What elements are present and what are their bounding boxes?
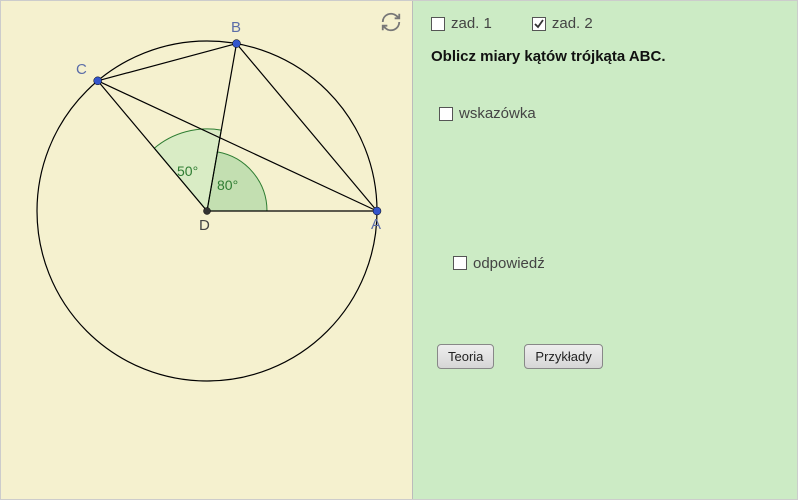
point-label-c: C bbox=[76, 61, 87, 78]
task-row: zad. 1 zad. 2 bbox=[431, 15, 779, 32]
checkbox-icon bbox=[532, 17, 546, 31]
angle-label-50: 50° bbox=[177, 163, 198, 179]
point-label-a: A bbox=[371, 216, 381, 233]
point-label-b: B bbox=[231, 19, 241, 36]
hint-label: wskazówka bbox=[459, 105, 536, 122]
app-root: A B C D 50° 80° zad. 1 zad. 2 Oblicz mia… bbox=[0, 0, 798, 500]
examples-button[interactable]: Przykłady bbox=[524, 344, 602, 369]
point-label-d: D bbox=[199, 217, 210, 234]
answer-checkbox[interactable]: odpowiedź bbox=[453, 255, 545, 272]
hint-checkbox[interactable]: wskazówka bbox=[439, 105, 536, 122]
task-1-label: zad. 1 bbox=[451, 15, 492, 32]
control-panel: zad. 1 zad. 2 Oblicz miary kątów trójkąt… bbox=[413, 1, 797, 499]
task-2-checkbox[interactable]: zad. 2 bbox=[532, 15, 593, 32]
checkbox-icon bbox=[431, 17, 445, 31]
answer-label: odpowiedź bbox=[473, 255, 545, 272]
problem-title: Oblicz miary kątów trójkąta ABC. bbox=[431, 48, 779, 65]
angle-label-80: 80° bbox=[217, 177, 238, 193]
checkbox-icon bbox=[453, 256, 467, 270]
task-2-label: zad. 2 bbox=[552, 15, 593, 32]
checkbox-icon bbox=[439, 107, 453, 121]
theory-button[interactable]: Teoria bbox=[437, 344, 494, 369]
button-row: Teoria Przykłady bbox=[437, 344, 779, 369]
task-1-checkbox[interactable]: zad. 1 bbox=[431, 15, 492, 32]
geometry-panel: A B C D 50° 80° bbox=[1, 1, 413, 499]
geometry-figure bbox=[1, 1, 413, 499]
